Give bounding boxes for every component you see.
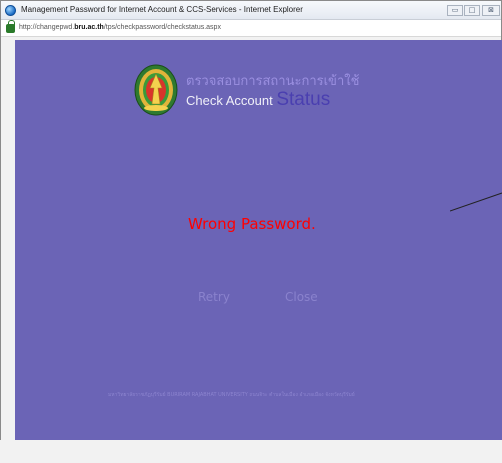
page-heading-big: Status	[276, 89, 331, 110]
window-bottom-frame	[0, 440, 502, 463]
internet-explorer-icon	[5, 5, 16, 16]
lock-icon	[6, 20, 15, 33]
maximize-button[interactable]: □	[464, 5, 480, 16]
callout-pointer	[450, 192, 502, 212]
window-title: Management Password for Internet Account…	[21, 5, 303, 14]
page-heading: Check Account Status	[186, 89, 330, 111]
page-heading-thai: ตรวจสอบการสถานะการเข้าใช้	[186, 74, 360, 89]
close-window-button[interactable]: ⊠	[482, 5, 500, 16]
title-bar: Management Password for Internet Account…	[1, 1, 501, 20]
page-heading-small: Check Account	[186, 93, 277, 108]
error-message: Wrong Password.	[188, 215, 316, 233]
close-link[interactable]: Close	[285, 290, 318, 304]
address-bar[interactable]: http://changepwd.bru.ac.th/tps/checkpass…	[1, 20, 501, 37]
minimize-button[interactable]: ▭	[447, 5, 463, 16]
retry-link[interactable]: Retry	[198, 290, 230, 304]
url-text[interactable]: http://changepwd.bru.ac.th/tps/checkpass…	[19, 24, 221, 31]
footer-text: มหาวิทยาลัยราชภัฏบุรีรัมย์ BURIRAM RAJAB…	[108, 392, 355, 398]
university-seal-icon	[134, 64, 178, 116]
